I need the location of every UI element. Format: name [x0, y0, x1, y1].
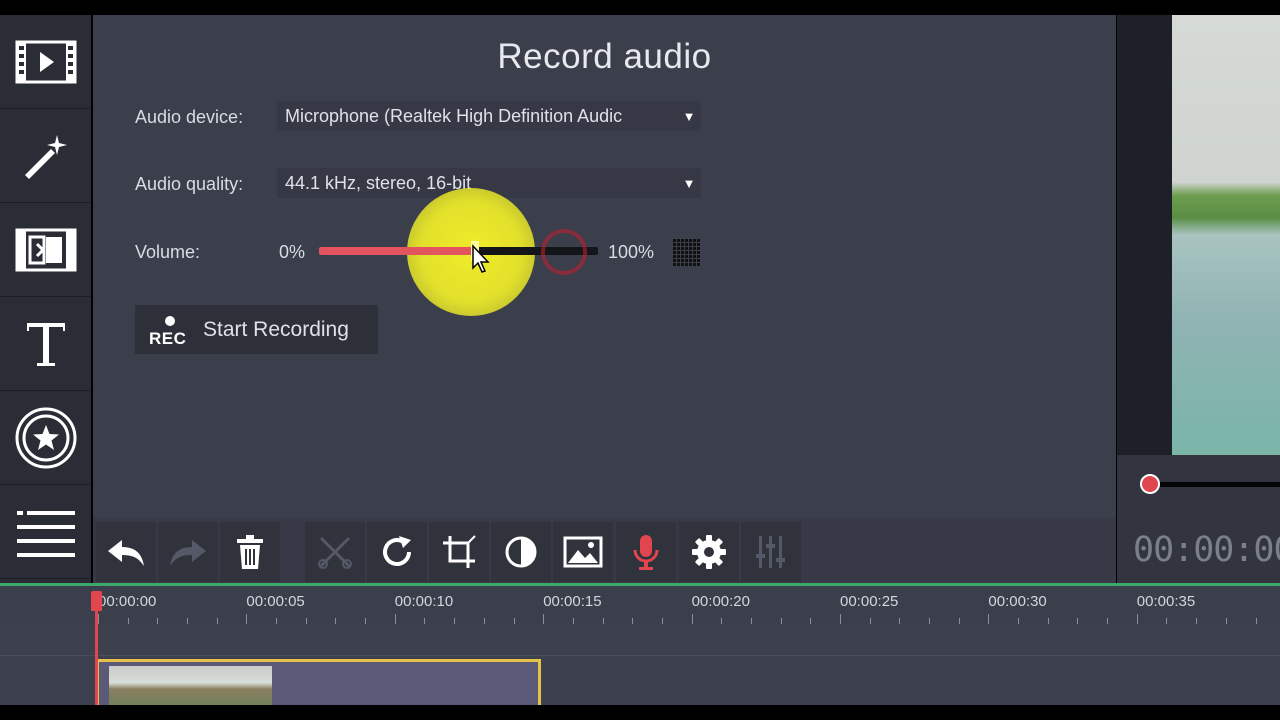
- filters-tab[interactable]: [0, 109, 91, 203]
- cut-icon: [318, 536, 352, 569]
- delete-button[interactable]: [220, 522, 280, 582]
- timeline-tick-label: 00:00:25: [840, 593, 899, 610]
- timeline-tick: [98, 614, 99, 624]
- timeline-tick-label: 00:00:15: [543, 593, 602, 610]
- color-adjust-icon: [505, 536, 537, 568]
- gear-icon: [692, 535, 726, 569]
- rotate-button[interactable]: [367, 522, 427, 582]
- audio-quality-value: 44.1 kHz, stereo, 16-bit: [285, 172, 472, 193]
- equalizer-button[interactable]: [741, 522, 801, 582]
- timeline-tick: [988, 614, 990, 624]
- timeline-tick: [246, 614, 248, 624]
- volume-max-label: 100%: [608, 242, 655, 262]
- timeline-tick: [840, 614, 841, 624]
- microphone-icon: [633, 535, 659, 570]
- start-recording-label: Start Recording: [203, 317, 349, 341]
- chevron-down-icon: ▼: [682, 108, 696, 124]
- bottom-black-bar: [0, 705, 1280, 720]
- audio-device-label: Audio device:: [135, 107, 244, 127]
- volume-label: Volume:: [135, 242, 201, 262]
- left-toolbar: [0, 15, 91, 585]
- color-adjust-button[interactable]: [491, 522, 551, 582]
- record-audio-button[interactable]: [616, 522, 676, 582]
- video-preview: [1172, 15, 1280, 455]
- playhead-handle[interactable]: [91, 591, 102, 611]
- image-icon: [563, 536, 603, 568]
- timeline-tick-label: 00:00:20: [691, 593, 750, 610]
- cut-button[interactable]: [305, 522, 365, 582]
- timeline-tick-label: 00:00:10: [394, 593, 454, 610]
- magic-wand-icon: [24, 134, 67, 179]
- timeline-tick: [394, 614, 396, 624]
- timeline-tick-label: 00:00:30: [988, 593, 1047, 610]
- panel-title: Record audio: [497, 37, 712, 76]
- video-clip[interactable]: [96, 659, 541, 708]
- level-meter: [672, 238, 700, 266]
- timecode-display: 00:00:00: [1133, 530, 1280, 570]
- rotate-icon: [383, 536, 411, 566]
- audio-device-value: Microphone (Realtek High Definition Audi…: [285, 105, 623, 126]
- track-separator: [0, 655, 1280, 656]
- crop-icon: [443, 535, 476, 568]
- image-button[interactable]: [553, 522, 613, 582]
- timeline-tick: [1136, 614, 1138, 624]
- timeline-tick: [691, 614, 693, 624]
- undo-button[interactable]: [96, 522, 156, 582]
- more-tools-tab[interactable]: [0, 485, 91, 579]
- record-audio-panel: Record audio Audio device: Microphone (R…: [93, 15, 1116, 518]
- chevron-down-icon: ▼: [682, 175, 696, 191]
- record-icon: REC: [135, 305, 203, 354]
- audio-device-select[interactable]: Microphone (Realtek High Definition Audi…: [277, 101, 701, 131]
- stickers-tab[interactable]: [0, 391, 91, 485]
- timeline-tick-label: 00:00:05: [246, 593, 305, 610]
- crop-button[interactable]: [429, 522, 489, 582]
- import-media-tab[interactable]: [0, 15, 91, 109]
- timeline-tick-label: 00:00:00: [98, 593, 157, 610]
- timeline-tick: [543, 614, 545, 624]
- playback-progress-track[interactable]: [1160, 482, 1280, 487]
- start-recording-button[interactable]: REC Start Recording: [135, 305, 378, 354]
- settings-button[interactable]: [679, 522, 739, 582]
- transitions-tab[interactable]: [0, 203, 91, 297]
- volume-min-label: 0%: [279, 242, 306, 262]
- audio-quality-select[interactable]: 44.1 kHz, stereo, 16-bit ▼: [277, 168, 701, 198]
- redo-icon: [170, 540, 206, 566]
- timeline-ruler[interactable]: [0, 586, 1280, 624]
- volume-slider-fill: [319, 247, 476, 255]
- timeline-tick-label: 00:00:35: [1136, 593, 1196, 610]
- menu-icon: [16, 510, 75, 557]
- titles-tab[interactable]: [0, 297, 91, 391]
- stickers-icon: [15, 407, 76, 468]
- equalizer-icon: [756, 536, 785, 568]
- redo-button[interactable]: [158, 522, 218, 582]
- transitions-icon: [15, 228, 76, 271]
- clip-thumbnail: [109, 666, 272, 708]
- import-icon: [15, 40, 76, 83]
- playback-progress-handle[interactable]: [1140, 474, 1160, 494]
- top-black-bar: [0, 0, 1280, 15]
- audio-quality-label: Audio quality:: [135, 174, 244, 194]
- undo-icon: [108, 540, 144, 566]
- titles-icon: [26, 322, 65, 366]
- volume-slider[interactable]: [319, 241, 598, 261]
- delete-icon: [237, 535, 263, 569]
- volume-slider-handle[interactable]: [471, 241, 480, 261]
